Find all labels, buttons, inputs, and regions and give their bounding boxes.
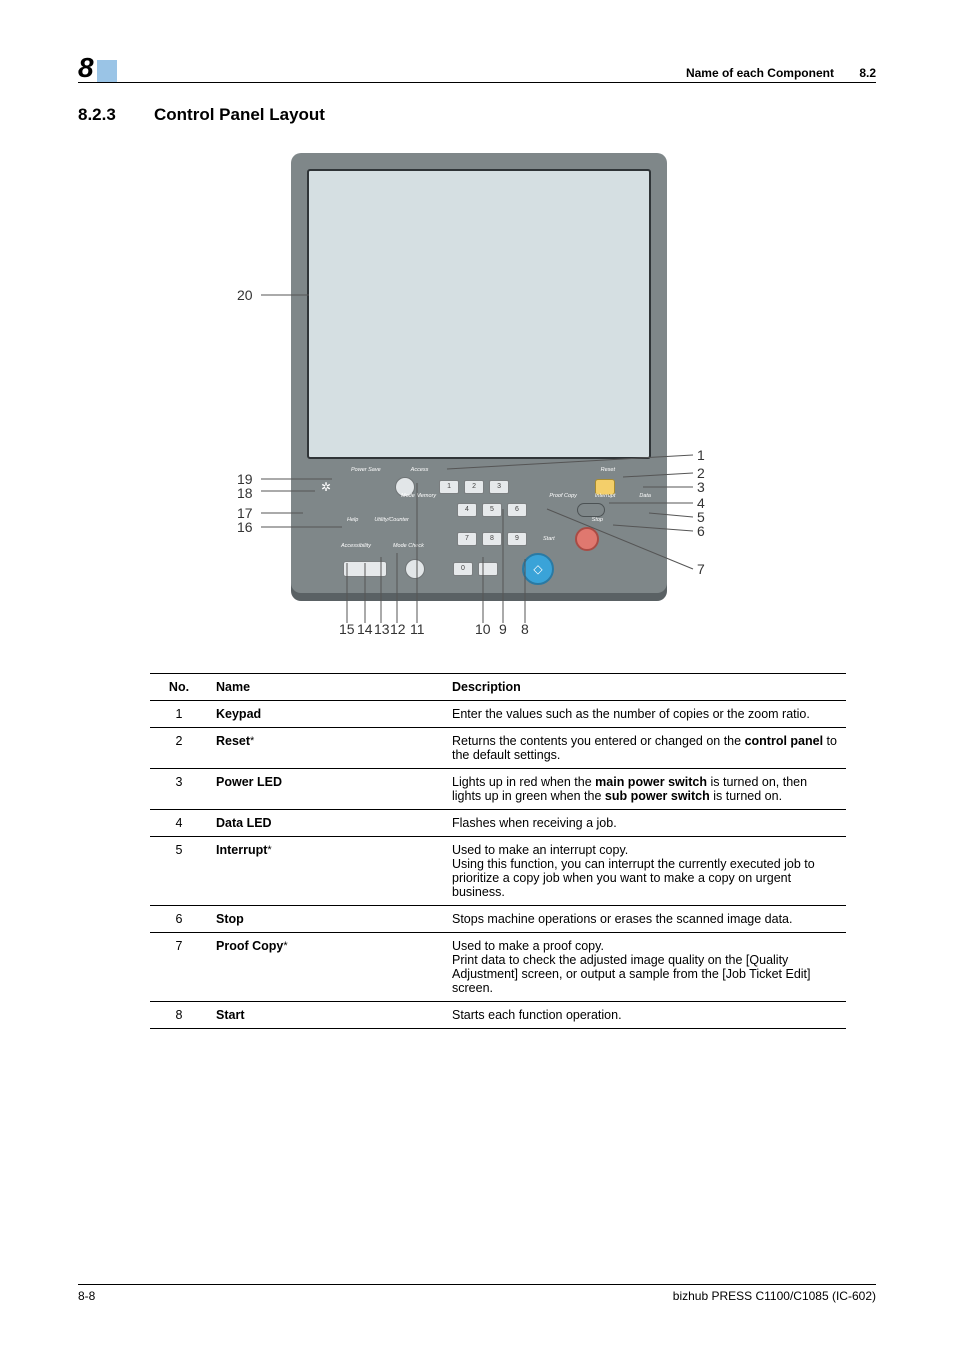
mode-memory-label: Mode Memory (401, 493, 436, 499)
cell-name: Proof Copy* (208, 933, 444, 1002)
keypad-6: 6 (507, 503, 527, 517)
cell-name: Keypad (208, 701, 444, 728)
brightness-icon: ✲ (321, 480, 331, 494)
cell-name: Reset* (208, 728, 444, 769)
chapter-number: 8 (78, 52, 93, 84)
help-label: Help (347, 517, 358, 523)
diagram-container: Power Save Access Reset ✲ 1 2 3 (78, 153, 876, 633)
callout-9: 9 (499, 621, 507, 637)
header-section: 8.2 (859, 66, 876, 80)
chapter-accent-bar (97, 60, 117, 82)
utility-counter-label: Utility/Counter (374, 517, 409, 523)
callout-16: 16 (237, 519, 253, 535)
control-panel-diagram: Power Save Access Reset ✲ 1 2 3 (247, 153, 707, 633)
accessibility-button (343, 561, 387, 577)
data-label: Data (639, 493, 651, 499)
callout-20: 20 (237, 287, 253, 303)
cell-name: Start (208, 1002, 444, 1029)
controls-area: Power Save Access Reset ✲ 1 2 3 (307, 463, 651, 575)
description-table: No. Name Description 1KeypadEnter the va… (150, 673, 846, 1029)
keypad-4: 4 (457, 503, 477, 517)
table-header-row: No. Name Description (150, 674, 846, 701)
chapter-badge: 8 (78, 48, 117, 80)
cell-desc: Used to make a proof copy.Print data to … (444, 933, 846, 1002)
keypad-1: 1 (439, 480, 459, 494)
proof-copy-label: Proof Copy (549, 493, 577, 499)
access-label: Access (411, 467, 429, 473)
callout-18: 18 (237, 485, 253, 501)
start-label: Start (543, 536, 555, 542)
callout-1: 1 (697, 447, 705, 463)
table-row: 5Interrupt*Used to make an interrupt cop… (150, 837, 846, 906)
cell-no: 7 (150, 933, 208, 1002)
callout-14: 14 (357, 621, 373, 637)
callout-15: 15 (339, 621, 355, 637)
keypad-clear (478, 562, 498, 576)
section-heading: 8.2.3 Control Panel Layout (78, 105, 876, 125)
cell-no: 3 (150, 769, 208, 810)
callout-3: 3 (697, 479, 705, 495)
mode-check-label: Mode Check (393, 543, 424, 549)
cell-desc: Flashes when receiving a job. (444, 810, 846, 837)
section-title: Control Panel Layout (154, 105, 325, 125)
interrupt-label: Interrupt (595, 493, 615, 499)
keypad-5: 5 (482, 503, 502, 517)
table-row: 1KeypadEnter the values such as the numb… (150, 701, 846, 728)
page-header: 8 Name of each Component 8.2 (78, 48, 876, 83)
cell-no: 4 (150, 810, 208, 837)
keypad-2: 2 (464, 480, 484, 494)
cell-desc: Lights up in red when the main power swi… (444, 769, 846, 810)
cell-no: 5 (150, 837, 208, 906)
callout-6: 6 (697, 523, 705, 539)
callout-13: 13 (374, 621, 390, 637)
touch-screen (307, 169, 651, 459)
reset-label: Reset (601, 467, 615, 473)
cell-name: Stop (208, 906, 444, 933)
page-footer: 8-8 bizhub PRESS C1100/C1085 (IC-602) (78, 1284, 876, 1303)
cell-desc: Stops machine operations or erases the s… (444, 906, 846, 933)
callout-8: 8 (521, 621, 529, 637)
mode-check-button (405, 559, 425, 579)
cell-name: Data LED (208, 810, 444, 837)
cell-no: 8 (150, 1002, 208, 1029)
cell-desc: Used to make an interrupt copy.Using thi… (444, 837, 846, 906)
cell-no: 2 (150, 728, 208, 769)
power-save-label: Power Save (351, 467, 381, 473)
table-row: 3Power LEDLights up in red when the main… (150, 769, 846, 810)
th-desc: Description (444, 674, 846, 701)
section-number: 8.2.3 (78, 105, 130, 125)
cell-desc: Returns the contents you entered or chan… (444, 728, 846, 769)
header-label: Name of each Component (686, 66, 834, 80)
cell-desc: Starts each function operation. (444, 1002, 846, 1029)
cell-name: Power LED (208, 769, 444, 810)
callout-10: 10 (475, 621, 491, 637)
footer-product: bizhub PRESS C1100/C1085 (IC-602) (673, 1289, 876, 1303)
cell-no: 1 (150, 701, 208, 728)
callout-12: 12 (390, 621, 406, 637)
table-row: 6StopStops machine operations or erases … (150, 906, 846, 933)
table-row: 2Reset*Returns the contents you entered … (150, 728, 846, 769)
panel-body: Power Save Access Reset ✲ 1 2 3 (291, 153, 667, 593)
keypad-3: 3 (489, 480, 509, 494)
stop-label: Stop (592, 517, 603, 523)
cell-desc: Enter the values such as the number of c… (444, 701, 846, 728)
cell-name: Interrupt* (208, 837, 444, 906)
th-name: Name (208, 674, 444, 701)
callout-7: 7 (697, 561, 705, 577)
footer-page: 8-8 (78, 1289, 95, 1303)
interrupt-button (577, 503, 605, 517)
accessibility-label: Accessibility (341, 543, 371, 549)
table-row: 7Proof Copy*Used to make a proof copy.Pr… (150, 933, 846, 1002)
header-right: Name of each Component 8.2 (686, 66, 876, 80)
th-no: No. (150, 674, 208, 701)
table-row: 8StartStarts each function operation. (150, 1002, 846, 1029)
cell-no: 6 (150, 906, 208, 933)
callout-11: 11 (410, 621, 425, 637)
start-button: ◇ (522, 553, 554, 585)
keypad-0: 0 (453, 562, 473, 576)
table-row: 4Data LEDFlashes when receiving a job. (150, 810, 846, 837)
